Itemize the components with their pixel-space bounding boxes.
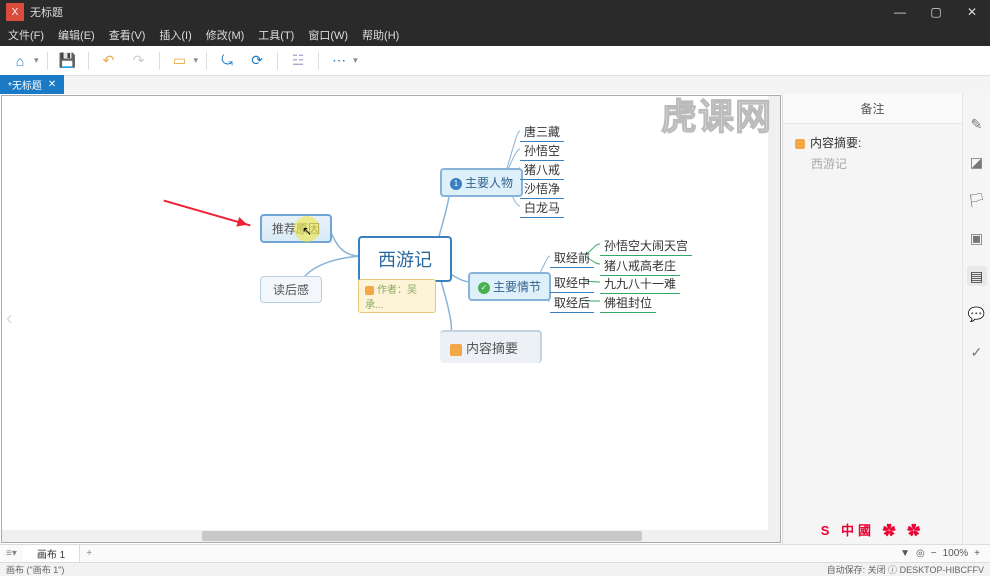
document-tab-row: *无标题 ✕ — [0, 76, 990, 94]
menu-modify[interactable]: 修改(M) — [206, 27, 245, 43]
open-icon[interactable]: ▭ — [168, 49, 192, 73]
central-footer[interactable]: 作者：吴承... — [358, 279, 436, 313]
comments-icon[interactable]: 💬 — [967, 304, 987, 324]
notes-panel-title: 备注 — [783, 94, 962, 124]
annotation-arrow — [163, 200, 250, 227]
prev-arrow-icon[interactable]: ‹ — [6, 308, 13, 331]
status-bar: 画布 ("画布 1") 自动保存: 关闭 ⓘ DESKTOP-HIBCFFV — [0, 562, 990, 576]
leaf-plot-stage[interactable]: 取经后 — [550, 293, 594, 313]
status-left: 画布 ("画布 1") — [6, 563, 64, 576]
notes-body[interactable]: 内容摘要: 西游记 — [783, 124, 962, 520]
close-button[interactable]: ✕ — [954, 0, 990, 24]
theme-icon[interactable]: ◪ — [967, 152, 987, 172]
menu-view[interactable]: 查看(V) — [109, 27, 146, 43]
menu-insert[interactable]: 插入(I) — [159, 27, 191, 43]
task-icon[interactable]: ✓ — [967, 342, 987, 362]
connector-lines — [2, 96, 780, 542]
window-titlebar: X 无标题 ― ▢ ✕ — [0, 0, 990, 24]
brand-footer: S 中國 ✿ ✿ — [783, 520, 962, 544]
node-review[interactable]: 读后感 — [260, 276, 322, 303]
sheet-tab[interactable]: 画布 1 — [23, 545, 80, 562]
central-topic[interactable]: 西游记 — [358, 236, 452, 282]
document-tab-label: *无标题 — [8, 77, 42, 92]
leaf-plot-event[interactable]: 猪八戒高老庄 — [600, 256, 680, 276]
sheet-menu-icon[interactable]: ≡▾ — [0, 548, 23, 559]
sheet-tab-row: ≡▾ 画布 1 + ▼ ◎ − 100% + — [0, 544, 990, 562]
cursor-icon: ↖ — [302, 224, 312, 238]
note-icon — [450, 344, 462, 356]
leaf-plot-event[interactable]: 佛祖封位 — [600, 293, 656, 313]
notes-panel: 备注 内容摘要: 西游记 S 中國 ✿ ✿ — [782, 94, 962, 544]
note-icon — [795, 139, 805, 149]
more-icon[interactable]: ⋯ — [327, 49, 351, 73]
format-icon[interactable]: ✎ — [967, 114, 987, 134]
node-summary[interactable]: 内容摘要 — [440, 330, 542, 363]
watermark: 虎课网 — [661, 95, 772, 140]
home-icon[interactable]: ⌂ — [8, 49, 32, 73]
workspace: 虎课网 ‹ 推荐原因 ↖ 读后感 — [0, 94, 990, 544]
vertical-scrollbar[interactable] — [768, 96, 780, 530]
zoom-controls: ▼ ◎ − 100% + — [900, 548, 990, 559]
export-icon[interactable]: ☳ — [286, 49, 310, 73]
menu-bar: 文件(F) 编辑(E) 查看(V) 插入(I) 修改(M) 工具(T) 窗口(W… — [0, 24, 990, 46]
window-title: 无标题 — [30, 4, 882, 20]
leaf-character[interactable]: 沙悟净 — [520, 179, 564, 199]
leaf-character[interactable]: 白龙马 — [520, 198, 564, 218]
marker-icon: 1 — [450, 178, 462, 190]
document-tab[interactable]: *无标题 ✕ — [0, 75, 64, 94]
menu-tools[interactable]: 工具(T) — [258, 27, 294, 43]
toolbar: ⌂▾ 💾 ↶ ↷ ▭▾ ⤿ ⟳ ☳ ⋯▾ — [0, 46, 990, 76]
filter-icon[interactable]: ▼ — [900, 548, 910, 559]
menu-window[interactable]: 窗口(W) — [308, 27, 348, 43]
zoom-in-button[interactable]: + — [974, 548, 980, 559]
menu-file[interactable]: 文件(F) — [8, 27, 44, 43]
icon-panel-icon[interactable]: ▣ — [967, 228, 987, 248]
notes-content: 西游记 — [795, 155, 950, 172]
notes-heading: 内容摘要: — [795, 134, 950, 151]
horizontal-scrollbar[interactable] — [2, 530, 780, 542]
leaf-plot-stage[interactable]: 取经前 — [550, 248, 594, 268]
node-characters[interactable]: 1主要人物 — [440, 168, 523, 197]
close-tab-icon[interactable]: ✕ — [48, 79, 56, 90]
maximize-button[interactable]: ▢ — [918, 0, 954, 24]
redo-icon[interactable]: ↷ — [127, 49, 151, 73]
share-icon[interactable]: ⤿ — [215, 49, 239, 73]
leaf-plot-event[interactable]: 九九八十一难 — [600, 274, 680, 294]
leaf-character[interactable]: 孙悟空 — [520, 141, 564, 161]
undo-icon[interactable]: ↶ — [97, 49, 121, 73]
mindmap-canvas[interactable]: 虎课网 ‹ 推荐原因 ↖ 读后感 — [1, 95, 781, 543]
notes-icon[interactable]: ▤ — [967, 266, 987, 286]
save-icon[interactable]: 💾 — [56, 49, 80, 73]
menu-help[interactable]: 帮助(H) — [362, 27, 399, 43]
leaf-character[interactable]: 猪八戒 — [520, 160, 564, 180]
node-plot[interactable]: ✓主要情节 — [468, 272, 551, 301]
leaf-plot-event[interactable]: 孙悟空大闹天宫 — [600, 236, 692, 256]
app-icon: X — [6, 3, 24, 21]
minimize-button[interactable]: ― — [882, 0, 918, 24]
leaf-character[interactable]: 唐三藏 — [520, 122, 564, 142]
zoom-out-button[interactable]: − — [931, 548, 937, 559]
tool-rail: ✎ ◪ 🏳 ▣ ▤ 💬 ✓ — [962, 94, 990, 544]
target-icon[interactable]: ◎ — [916, 548, 925, 559]
refresh-icon[interactable]: ⟳ — [245, 49, 269, 73]
marker-icon: ✓ — [478, 282, 490, 294]
note-icon — [365, 286, 374, 295]
add-sheet-icon[interactable]: + — [80, 548, 98, 559]
menu-edit[interactable]: 编辑(E) — [58, 27, 95, 43]
zoom-value[interactable]: 100% — [943, 548, 969, 559]
image-icon[interactable]: 🏳 — [967, 190, 987, 210]
status-right: 自动保存: 关闭 ⓘ DESKTOP-HIBCFFV — [827, 563, 984, 576]
leaf-plot-stage[interactable]: 取经中 — [550, 273, 594, 293]
